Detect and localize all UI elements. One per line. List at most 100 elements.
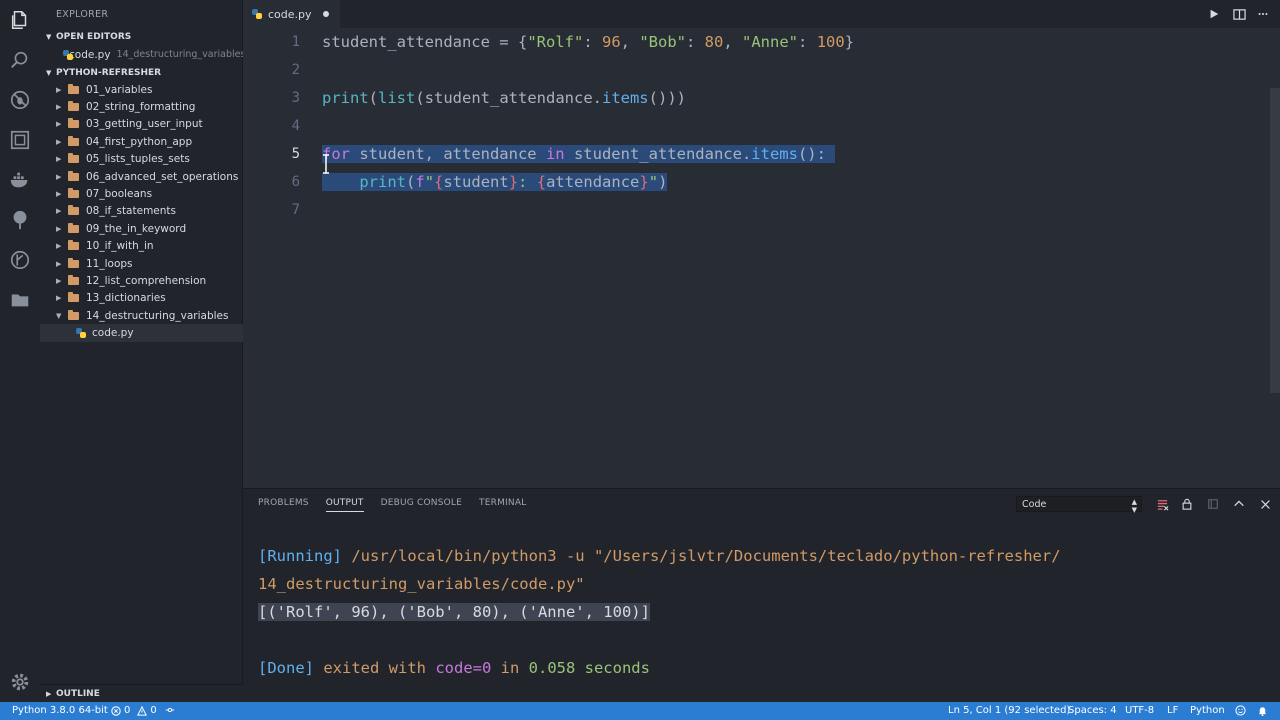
status-bar: Python 3.8.0 64-bit 0 0 Ln 5, Col 1 (92 … bbox=[0, 702, 1280, 720]
folder-manager-icon[interactable] bbox=[8, 288, 32, 312]
project-section[interactable]: ▼ PYTHON-REFRESHER bbox=[40, 64, 243, 81]
gitlens-icon[interactable] bbox=[8, 248, 32, 272]
outline-section[interactable]: ▶ OUTLINE bbox=[40, 684, 243, 702]
python-file-icon bbox=[76, 328, 86, 339]
code-line-selected[interactable]: 6 print(f"{student}: {attendance}") bbox=[243, 168, 1263, 196]
run-icon[interactable] bbox=[1207, 7, 1221, 21]
line-number: 2 bbox=[291, 62, 300, 78]
unsaved-dot-icon[interactable] bbox=[323, 11, 329, 17]
tree-folder[interactable]: ▶ 12_list_comprehension bbox=[40, 272, 243, 289]
chevron-up-icon[interactable] bbox=[1231, 496, 1247, 512]
chevron-right-icon: ▶ bbox=[56, 155, 62, 164]
code-line-selected[interactable]: 5 for student, attendance in student_att… bbox=[243, 140, 1263, 168]
activity-bar bbox=[0, 0, 40, 702]
status-indentation[interactable]: Spaces: 4 bbox=[1068, 705, 1117, 716]
explorer-title: EXPLORER bbox=[56, 9, 109, 20]
code-line[interactable]: 1 student_attendance = {"Rolf": 96, "Bob… bbox=[243, 28, 1263, 56]
status-warning-count: 0 bbox=[150, 705, 157, 716]
line-number: 7 bbox=[291, 202, 300, 218]
tree-folder[interactable]: ▶ 09_the_in_keyword bbox=[40, 220, 243, 237]
status-interpreter[interactable]: Python 3.8.0 64-bit bbox=[12, 705, 108, 716]
folder-icon bbox=[68, 101, 79, 112]
tab-terminal[interactable]: TERMINAL bbox=[479, 498, 526, 512]
python-file-icon bbox=[252, 9, 262, 19]
tree-folder[interactable]: ▶ 13_dictionaries bbox=[40, 290, 243, 307]
folder-icon bbox=[68, 135, 79, 146]
tab-debug-console[interactable]: DEBUG CONSOLE bbox=[381, 498, 462, 512]
status-cursor-position[interactable]: Ln 5, Col 1 (92 selected) bbox=[948, 705, 1070, 716]
output-panel: PROBLEMS OUTPUT DEBUG CONSOLE TERMINAL C… bbox=[243, 488, 1280, 702]
tree-folder[interactable]: ▶ 03_getting_user_input bbox=[40, 116, 243, 133]
line-number: 4 bbox=[291, 118, 300, 134]
folder-icon bbox=[68, 83, 79, 94]
chevron-right-icon: ▶ bbox=[56, 276, 62, 285]
tree-folder[interactable]: ▶ 11_loops bbox=[40, 255, 243, 272]
clear-output-icon[interactable] bbox=[1154, 496, 1170, 512]
more-actions-icon[interactable] bbox=[1256, 7, 1270, 21]
search-icon[interactable] bbox=[8, 48, 32, 72]
output-exit-code: code=0 bbox=[435, 659, 492, 677]
open-editors-section[interactable]: ▼ OPEN EDITORS bbox=[40, 28, 243, 45]
debug-icon[interactable] bbox=[8, 88, 32, 112]
code-text[interactable]: print(list(student_attendance.items())) bbox=[322, 89, 686, 107]
tree-folder[interactable]: ▶ 01_variables bbox=[40, 81, 243, 98]
close-icon[interactable] bbox=[1257, 496, 1273, 512]
line-number: 1 bbox=[291, 34, 300, 50]
chevron-right-icon: ▶ bbox=[56, 85, 62, 94]
feedback-smiley-icon[interactable] bbox=[1235, 705, 1246, 719]
remote-tree-icon[interactable] bbox=[8, 208, 32, 232]
extensions-icon[interactable] bbox=[8, 128, 32, 152]
docker-icon[interactable] bbox=[8, 168, 32, 192]
code-text[interactable]: student_attendance = {"Rolf": 96, "Bob":… bbox=[322, 33, 854, 51]
code-text-selected[interactable]: for student, attendance in student_atten… bbox=[322, 145, 836, 163]
notifications-bell-icon[interactable] bbox=[1257, 705, 1268, 719]
live-share-icon[interactable] bbox=[165, 705, 175, 718]
tree-folder[interactable]: ▶ 07_booleans bbox=[40, 185, 243, 202]
open-editor-item[interactable]: code.py 14_destructuring_variables bbox=[40, 46, 245, 63]
open-log-icon[interactable] bbox=[1205, 496, 1221, 512]
outline-header[interactable]: ▶ OUTLINE bbox=[40, 685, 243, 702]
gear-icon[interactable] bbox=[8, 670, 32, 694]
tree-folder[interactable]: ▶ 02_string_formatting bbox=[40, 98, 243, 115]
tree-file-active[interactable]: code.py bbox=[40, 324, 243, 342]
tree-folder[interactable]: ▶ 08_if_statements bbox=[40, 203, 243, 220]
tab-output[interactable]: OUTPUT bbox=[325, 498, 364, 512]
output-exited-with: exited with bbox=[314, 659, 436, 677]
output-channel-select[interactable]: Code ▲ ▼ bbox=[1016, 496, 1142, 514]
split-editor-icon[interactable] bbox=[1232, 7, 1246, 21]
line-number: 6 bbox=[291, 174, 300, 190]
folder-label: 03_getting_user_input bbox=[86, 118, 203, 131]
output-log[interactable]: [Running] /usr/local/bin/python3 -u "/Us… bbox=[258, 514, 1061, 682]
chevron-down-icon: ▼ bbox=[46, 68, 52, 77]
folder-icon bbox=[68, 170, 79, 181]
status-problems[interactable]: 0 0 bbox=[111, 705, 157, 716]
tree-folder-open[interactable]: ▼ 14_destructuring_variables bbox=[40, 307, 243, 324]
status-error-count: 0 bbox=[124, 705, 131, 716]
tab-code-py[interactable]: code.py bbox=[243, 0, 340, 28]
chevron-right-icon: ▶ bbox=[56, 190, 62, 199]
code-line[interactable]: 4 bbox=[243, 112, 1263, 140]
tab-problems[interactable]: PROBLEMS bbox=[258, 498, 309, 512]
lock-icon[interactable] bbox=[1179, 496, 1195, 512]
tree-folder[interactable]: ▶ 05_lists_tuples_sets bbox=[40, 151, 243, 168]
code-line[interactable]: 2 bbox=[243, 56, 1263, 84]
code-editor[interactable]: 1 student_attendance = {"Rolf": 96, "Bob… bbox=[243, 28, 1280, 488]
editor-scrollbar[interactable] bbox=[1270, 88, 1280, 393]
status-language[interactable]: Python bbox=[1190, 705, 1225, 716]
status-encoding[interactable]: UTF-8 bbox=[1125, 705, 1154, 716]
status-eol[interactable]: LF bbox=[1167, 705, 1178, 716]
tree-folder[interactable]: ▶ 06_advanced_set_operations bbox=[40, 168, 243, 185]
file-label: code.py bbox=[92, 327, 134, 340]
chevron-right-icon: ▶ bbox=[46, 689, 52, 698]
folder-icon bbox=[68, 118, 79, 129]
code-line[interactable]: 3 print(list(student_attendance.items())… bbox=[243, 84, 1263, 112]
editor-tab-bar: code.py bbox=[243, 0, 1280, 28]
channel-value: Code bbox=[1022, 498, 1047, 510]
code-line[interactable]: 7 bbox=[243, 196, 1263, 224]
tree-folder[interactable]: ▶ 10_if_with_in bbox=[40, 238, 243, 255]
files-icon[interactable] bbox=[8, 8, 32, 32]
tree-folder[interactable]: ▶ 04_first_python_app bbox=[40, 133, 243, 150]
code-text-selected[interactable]: print(f"{student}: {attendance}") bbox=[322, 173, 668, 191]
folder-label: 02_string_formatting bbox=[86, 101, 196, 114]
line-number: 5 bbox=[291, 146, 300, 162]
